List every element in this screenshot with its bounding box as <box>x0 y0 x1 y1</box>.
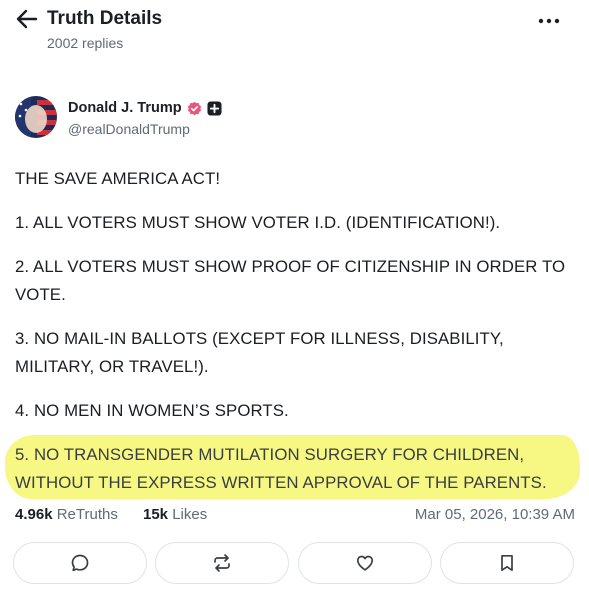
post-paragraph: 4. NO MEN IN WOMEN’S SPORTS. <box>15 401 289 420</box>
more-options-button[interactable] <box>536 10 564 32</box>
post-paragraph-highlighted: 5. NO TRANSGENDER MUTILATION SURGERY FOR… <box>15 445 547 492</box>
post-paragraph: 1. ALL VOTERS MUST SHOW VOTER I.D. (IDEN… <box>15 213 501 232</box>
post-timestamp: Mar 05, 2026, 10:39 AM <box>414 506 575 523</box>
retruths-label: ReTruths <box>56 506 118 523</box>
post-stats: 4.96k ReTruths 15k Likes Mar 05, 2026, 1… <box>15 506 575 526</box>
reply-icon <box>71 554 89 572</box>
post-body: THE SAVE AMERICA ACT! 1. ALL VOTERS MUST… <box>5 165 580 513</box>
retruth-button[interactable] <box>155 542 289 584</box>
author-row: Donald J. Trump <box>68 98 222 118</box>
post-paragraph: THE SAVE AMERICA ACT! <box>15 169 221 188</box>
avatar-image <box>15 96 57 138</box>
highlighted-section: 5. NO TRANSGENDER MUTILATION SURGERY FOR… <box>5 435 580 499</box>
plus-badge-icon <box>207 100 222 116</box>
bookmark-icon <box>501 554 513 572</box>
author-name[interactable]: Donald J. Trump <box>68 100 182 116</box>
post-paragraph: 3. NO MAIL-IN BALLOTS (EXCEPT FOR ILLNES… <box>15 329 504 376</box>
replies-count: 2002 replies <box>47 35 124 51</box>
retruths-count: 4.96k <box>15 506 53 523</box>
likes-count: 15k <box>143 506 169 523</box>
post-paragraph: 2. ALL VOTERS MUST SHOW PROOF OF CITIZEN… <box>15 257 566 304</box>
retruth-icon <box>214 554 230 572</box>
retruths-stat[interactable]: 4.96k ReTruths <box>15 506 118 523</box>
author-handle[interactable]: @realDonaldTrump <box>68 121 190 137</box>
arrow-left-icon <box>16 9 38 29</box>
bookmark-button[interactable] <box>440 542 574 584</box>
page-header: Truth Details 2002 replies <box>0 0 589 60</box>
likes-stat[interactable]: 15k Likes <box>143 506 207 523</box>
like-button[interactable] <box>298 542 432 584</box>
like-icon <box>356 555 374 571</box>
action-bar <box>13 542 575 584</box>
avatar[interactable] <box>15 96 57 138</box>
more-horizontal-icon <box>538 18 560 24</box>
verified-badge-icon <box>187 101 202 116</box>
page-title: Truth Details <box>47 8 163 29</box>
back-button[interactable] <box>14 8 40 30</box>
likes-label: Likes <box>172 506 208 523</box>
reply-button[interactable] <box>13 542 147 584</box>
